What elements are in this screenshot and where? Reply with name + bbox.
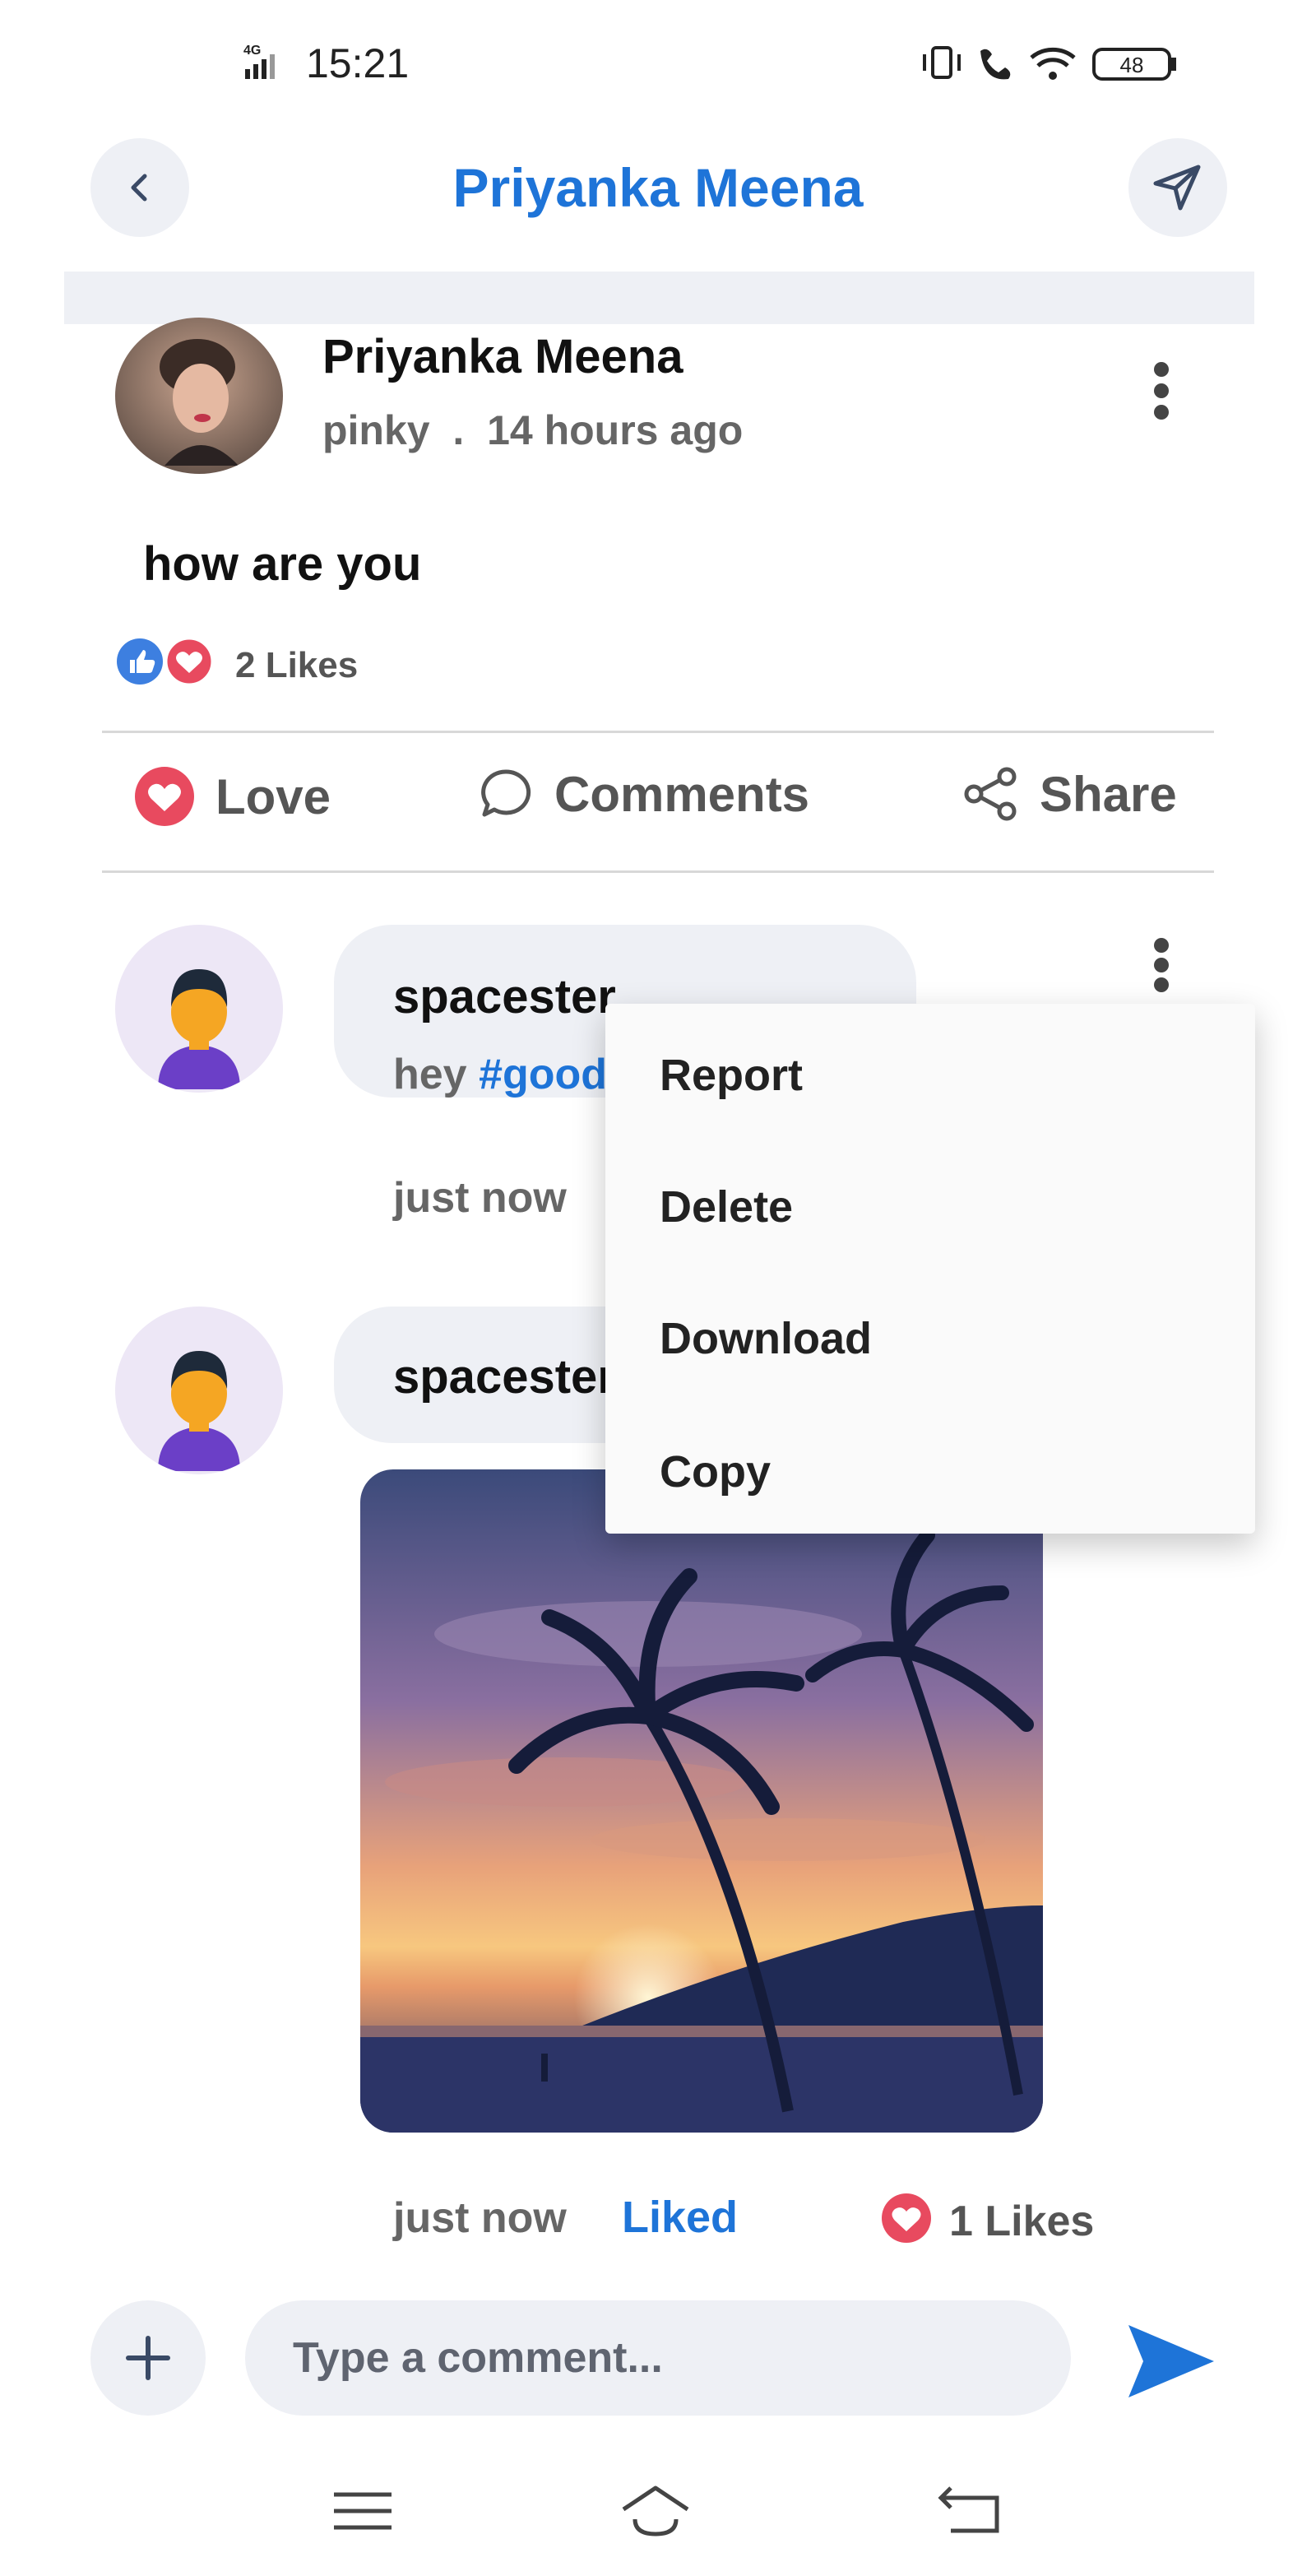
dot-icon bbox=[1154, 938, 1169, 953]
network-type-label: 4G bbox=[243, 44, 261, 58]
battery-level: 48 bbox=[1120, 53, 1144, 77]
heart-icon bbox=[135, 767, 194, 826]
status-icons: 48 bbox=[923, 46, 1176, 81]
post-author-name[interactable]: Priyanka Meena bbox=[322, 329, 683, 384]
comment-options-button[interactable] bbox=[1145, 938, 1178, 992]
battery-icon: 48 bbox=[1092, 48, 1176, 81]
wifi-calling-icon bbox=[980, 49, 1011, 80]
commenter-name[interactable]: spacester bbox=[393, 969, 616, 1024]
comment-likes-count[interactable]: 1 Likes bbox=[949, 2197, 1094, 2246]
share-icon bbox=[964, 767, 1017, 821]
post-time: 14 hours ago bbox=[487, 407, 744, 453]
menu-item-report[interactable]: Report bbox=[660, 1050, 803, 1101]
dot-icon bbox=[1154, 383, 1169, 398]
post-meta: pinky . 14 hours ago bbox=[322, 406, 743, 454]
plus-icon bbox=[126, 2336, 170, 2380]
comment-time: just now bbox=[393, 1174, 567, 1222]
post-text: how are you bbox=[143, 537, 422, 591]
comments-label: Comments bbox=[554, 766, 810, 822]
dot-icon bbox=[1154, 405, 1169, 420]
post-username: pinky bbox=[322, 407, 430, 453]
status-time: 15:21 bbox=[306, 40, 410, 86]
dot-icon bbox=[1154, 958, 1169, 972]
post-author-avatar[interactable] bbox=[115, 318, 283, 474]
menu-item-copy[interactable]: Copy bbox=[660, 1446, 771, 1497]
dot-icon bbox=[1154, 362, 1169, 377]
wifi-icon bbox=[1030, 47, 1076, 80]
love-reaction-icon bbox=[164, 637, 214, 686]
divider bbox=[102, 731, 1214, 733]
chevron-left-icon bbox=[131, 174, 147, 202]
love-button[interactable]: Love bbox=[133, 765, 331, 828]
like-reaction-icon bbox=[117, 638, 163, 685]
comment-text: hey #good bbox=[393, 1050, 607, 1099]
post-options-button[interactable] bbox=[1145, 362, 1178, 420]
comments-button[interactable]: Comments bbox=[477, 765, 809, 823]
system-home-icon[interactable] bbox=[619, 2476, 693, 2542]
network-signal-icon: 4G bbox=[243, 44, 275, 79]
send-comment-button[interactable] bbox=[1125, 2320, 1217, 2402]
vibrate-icon bbox=[923, 46, 961, 79]
menu-item-delete[interactable]: Delete bbox=[660, 1181, 793, 1232]
send-icon bbox=[1128, 2325, 1214, 2397]
comment-input[interactable] bbox=[245, 2300, 1071, 2416]
menu-item-download[interactable]: Download bbox=[660, 1313, 872, 1364]
system-menu-icon[interactable] bbox=[326, 2476, 400, 2542]
comment-bubble-icon bbox=[481, 769, 531, 817]
meta-separator: . bbox=[452, 407, 465, 453]
divider bbox=[102, 870, 1214, 873]
liked-status-button[interactable]: Liked bbox=[622, 2192, 738, 2243]
send-message-button[interactable] bbox=[1128, 138, 1227, 237]
share-label: Share bbox=[1040, 766, 1177, 822]
heart-icon[interactable] bbox=[878, 2192, 936, 2244]
post-likes-count[interactable]: 2 Likes bbox=[235, 645, 358, 686]
commenter-avatar[interactable] bbox=[115, 925, 283, 1093]
paper-plane-icon bbox=[1153, 165, 1201, 211]
love-label: Love bbox=[215, 768, 331, 824]
commenter-avatar[interactable] bbox=[115, 1307, 283, 1474]
header-divider-band bbox=[64, 272, 1254, 324]
reaction-icons bbox=[117, 637, 214, 686]
comment-text-plain: hey bbox=[393, 1051, 480, 1098]
hashtag-link[interactable]: #good bbox=[479, 1051, 607, 1098]
dot-icon bbox=[1154, 977, 1169, 992]
share-button[interactable]: Share bbox=[962, 765, 1177, 823]
comment-image[interactable] bbox=[360, 1469, 1043, 2133]
system-back-icon[interactable] bbox=[931, 2476, 1005, 2542]
back-button[interactable] bbox=[90, 138, 189, 237]
comment-context-menu: Report Delete Download Copy bbox=[605, 1004, 1255, 1534]
add-attachment-button[interactable] bbox=[90, 2300, 206, 2416]
commenter-name[interactable]: spacester bbox=[393, 1349, 616, 1404]
comment-time: just now bbox=[393, 2194, 567, 2242]
page-title: Priyanka Meena bbox=[452, 157, 864, 218]
